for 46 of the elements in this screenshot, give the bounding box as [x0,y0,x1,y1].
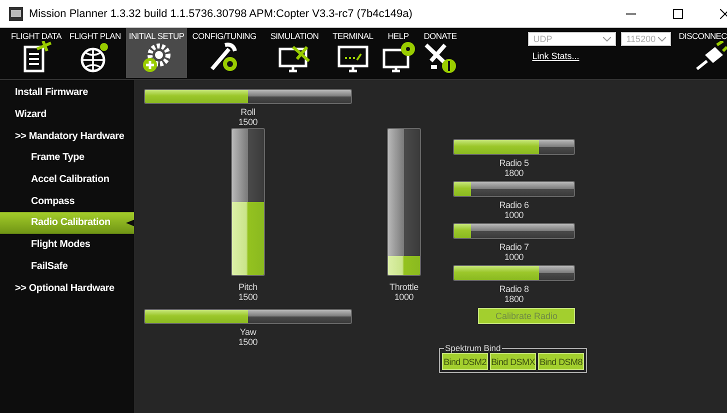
channel-name: Yaw [240,327,256,337]
chevron-icon [658,36,666,42]
channel-name: Radio 5 [499,158,529,168]
toolbar-tab[interactable]: DONATE [420,28,460,78]
channel-value: 1500 [238,292,258,302]
window-title: Mission Planner 1.3.32 build 1.1.5736.30798 APM:Copter V3.3-rc7 (7b4c149a) [29,8,412,20]
sidebar-item[interactable]: Frame Type [0,147,134,169]
toolbar-tab[interactable]: HELP [378,28,418,78]
sidebar-item[interactable]: Install Firmware [0,82,134,104]
channel-name: Roll [240,107,256,117]
group-title: Spektrum Bind [444,343,502,353]
maximize-icon[interactable] [673,8,683,18]
bind-button[interactable]: Bind DSM2 [442,353,488,370]
toolbar-tab[interactable]: TERMINAL [330,28,376,78]
channel-value: 1000 [504,252,524,262]
channel-name: Radio 6 [499,200,529,210]
channel-value: 1500 [238,117,258,127]
plug-icon [695,41,727,71]
bind-button[interactable]: Bind DSMX [490,353,536,370]
toolbar-tab[interactable]: SIMULATION [267,28,322,78]
channel-value: 1500 [238,337,258,347]
toolbar-tab[interactable]: FLIGHT PLAN [66,28,124,78]
channel-value: 1000 [504,210,524,220]
toolbar-tab[interactable]: CONFIG/TUNING [189,28,260,78]
bind-button[interactable]: Bind DSM8 [538,353,584,370]
sidebar-item[interactable]: Wizard [0,104,134,126]
toolbar-tab[interactable]: INITIAL SETUP [126,28,188,78]
close-icon[interactable] [720,8,727,18]
sidebar-item[interactable]: >> Mandatory Hardware [0,125,134,148]
sidebar-item[interactable]: Accel Calibration [0,168,134,190]
link-stats-link[interactable]: Link Stats... [532,51,672,61]
channel-name: Radio 7 [499,242,529,252]
channel-value: 1800 [504,294,524,304]
channel-value: 1000 [394,292,414,302]
sidebar-item[interactable]: Compass [0,190,134,212]
channel-name: Radio 8 [499,284,529,294]
disconnect-button[interactable]: DISCONNEC [678,28,727,71]
sidebar-item[interactable]: >> Optional Hardware [0,277,134,299]
channel-name: Pitch [238,282,258,292]
app-icon [9,6,23,20]
sidebar-item[interactable]: Flight Modes [0,234,134,256]
chevron-icon [603,36,612,42]
channel-value: 1800 [504,168,524,178]
channel-name: Throttle [390,282,418,292]
sidebar-item[interactable]: FailSafe [0,256,134,278]
toolbar-tab[interactable]: FLIGHT DATA [8,28,65,78]
